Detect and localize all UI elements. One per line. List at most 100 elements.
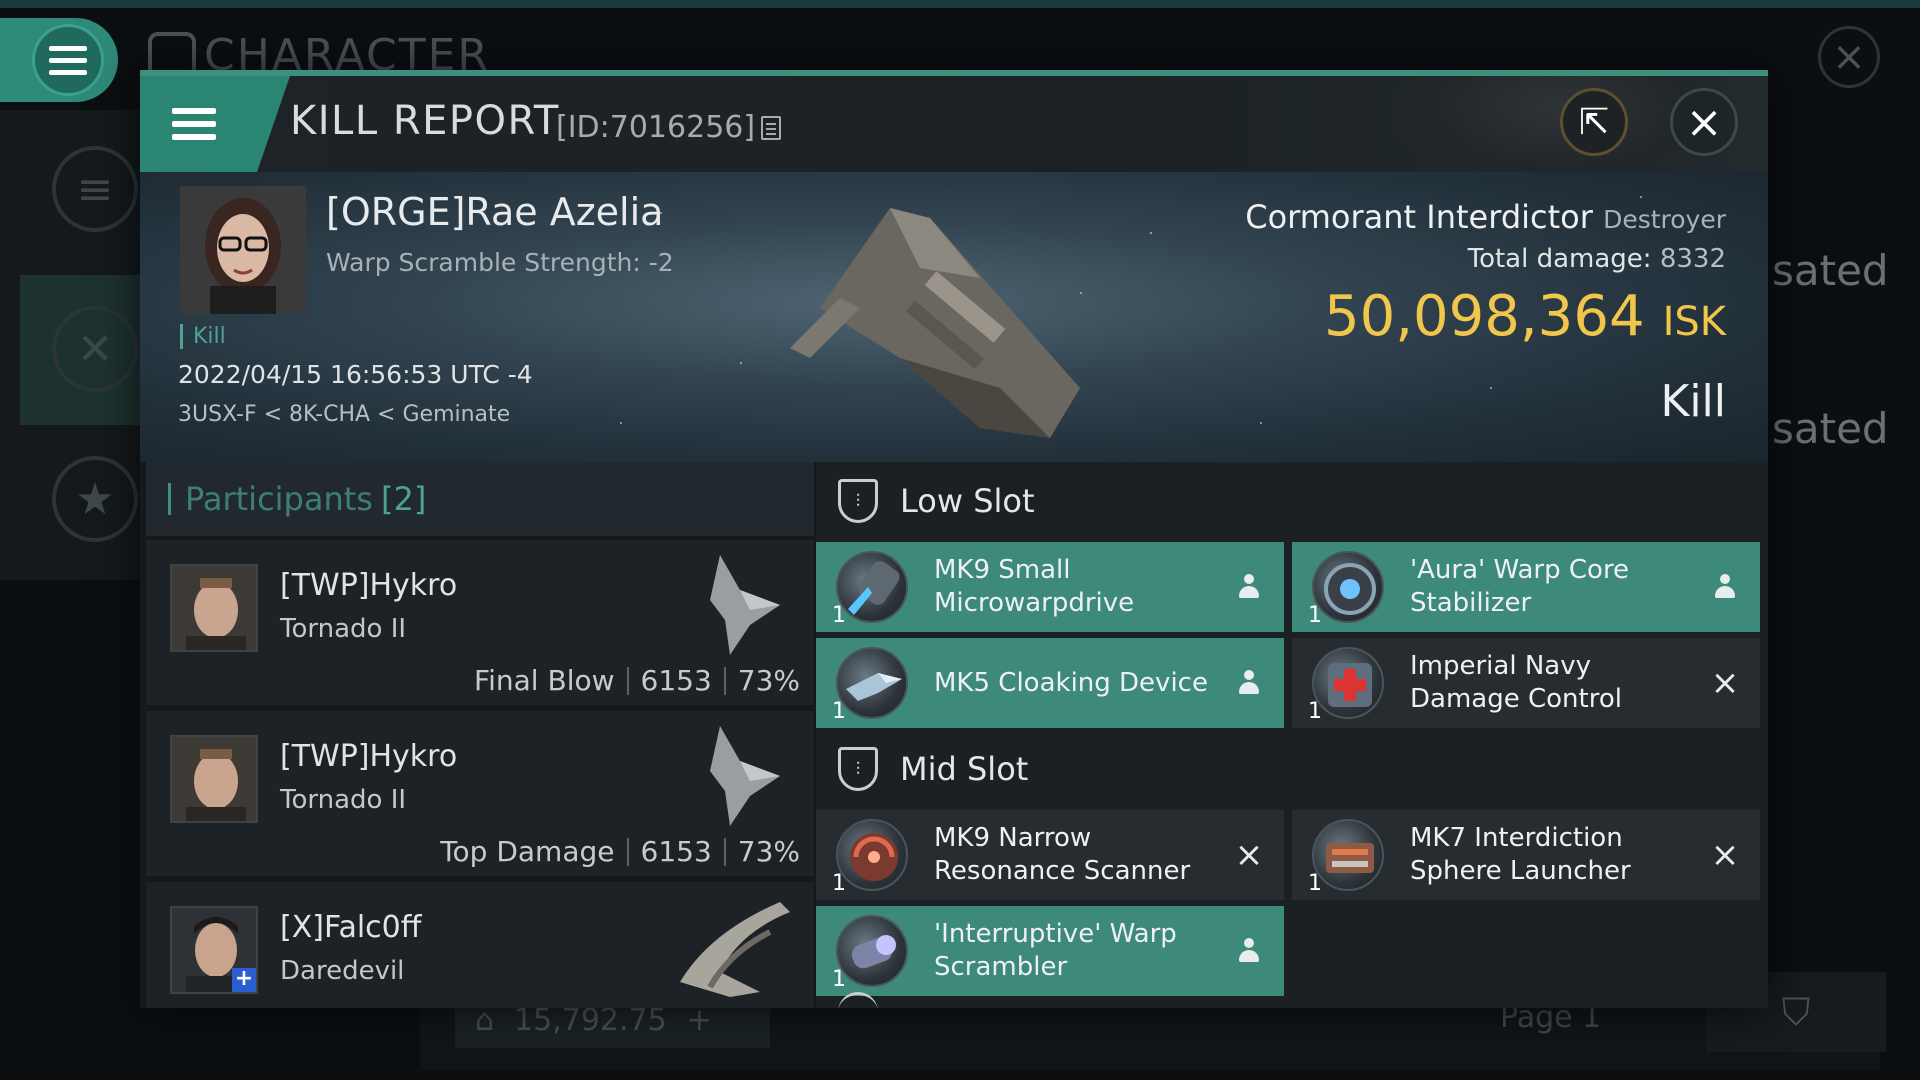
background-text-1: sated [1772,246,1889,295]
dialog-menu-button[interactable] [140,76,290,172]
participant-damage: 6153 [640,835,712,868]
module-qty: 1 [1308,699,1322,724]
kill-datetime: 2022/04/15 16:56:53 UTC -4 [178,360,533,389]
menu-icon [32,24,104,96]
module-item[interactable]: 1 'Aura' Warp Core Stabilizer [1292,542,1760,632]
participant-percent: 73% [737,664,800,697]
dialog-header: KILL REPORT [ID:7016256] ⇱ × [140,76,1768,196]
module-qty: 1 [1308,603,1322,628]
star-icon[interactable]: ★ [52,456,138,542]
main-menu-button[interactable] [0,18,118,102]
low-slot-icon: ⫶ [838,479,878,523]
module-qty: 1 [832,699,846,724]
kill-location[interactable]: 3USX-F < 8K-CHA < Geminate [178,402,510,427]
participant-stats: Top Damage 6153 73% [440,835,800,868]
interdiction-sphere-launcher-icon [1312,819,1384,891]
module-qty: 1 [832,967,846,992]
victim-portrait[interactable] [180,186,306,314]
isk-value: 50,098,364 ISK [1323,284,1726,349]
module-item[interactable]: 1 MK9 Narrow Resonance Scanner × [816,810,1284,900]
low-slot-header: ⫶ Low Slot [816,462,1768,540]
participant-damage: 6153 [640,664,712,697]
menu-icon [172,108,216,140]
participant-row[interactable]: + [X]Falc0ff Daredevil [146,882,814,1008]
participant-ship: Daredevil [280,956,405,986]
background-close-icon[interactable]: × [1818,26,1880,88]
module-item[interactable]: 1 MK9 Small Microwarpdrive [816,542,1284,632]
destroyed-x-icon: × [1710,835,1740,875]
victim-banner: [ORGE]Rae Azelia Warp Scramble Strength:… [140,172,1768,462]
module-name: MK9 Narrow Resonance Scanner [934,823,1191,886]
participant-percent: 73% [737,835,800,868]
module-name: Imperial Navy Damage Control [1410,651,1622,714]
kill-result: Kill [1660,376,1726,427]
module-qty: 1 [1308,871,1322,896]
victim-ship-image[interactable] [780,188,1100,448]
microwarpdrive-icon [836,551,908,623]
module-name: MK7 Interdiction Sphere Launcher [1410,823,1631,886]
mid-slot-header: ⫶ Mid Slot [816,730,1768,808]
module-item[interactable]: 1 MK5 Cloaking Device [816,638,1284,728]
share-button[interactable]: ⇱ [1560,88,1628,156]
close-icon: × [1685,96,1723,148]
participant-ship: Tornado II [280,614,407,644]
resonance-scanner-icon [836,819,908,891]
kill-report-dialog: KILL REPORT [ID:7016256] ⇱ × [ORGE]Rae A… [140,70,1768,1008]
participant-ship-image [680,902,790,997]
module-qty: 1 [832,871,846,896]
module-item[interactable]: 1 'Interruptive' Warp Scrambler [816,906,1284,996]
participant-portrait[interactable] [170,564,258,652]
background-text-2: sated [1772,404,1889,453]
ship-name[interactable]: Cormorant Interdictor Destroyer [1245,198,1726,236]
participant-role: Final Blow [474,664,615,697]
kill-id[interactable]: [ID:7016256] [556,110,782,145]
module-item[interactable]: 1 Imperial Navy Damage Control × [1292,638,1760,728]
participant-ship-image [710,555,780,655]
participant-row[interactable]: [TWP]Hykro Tornado II Top Damage 6153 73… [146,711,814,879]
total-damage: Total damage: 8332 [1467,244,1726,274]
participants-count: [2] [380,480,427,518]
participant-ship: Tornado II [280,785,407,815]
participant-name[interactable]: [TWP]Hykro [280,568,457,603]
participant-name[interactable]: [X]Falc0ff [280,910,421,945]
dropped-person-icon [1234,572,1264,602]
destroyed-x-icon: × [1710,663,1740,703]
plus-badge-icon: + [232,968,256,992]
participants-panel: Participants [2] [TWP]Hykro Tornado II F… [146,462,814,1008]
dropped-person-icon [1234,936,1264,966]
dialog-title: KILL REPORT [290,98,560,144]
top-strip [0,0,1920,8]
isk-unit: ISK [1662,299,1726,345]
kill-tag: Kill [180,324,226,349]
warp-scrambler-icon [836,915,908,987]
mid-slot-icon: ⫶ [838,747,878,791]
participant-stats: Final Blow 6153 73% [474,664,800,697]
module-item[interactable]: 1 MK7 Interdiction Sphere Launcher × [1292,810,1760,900]
participant-portrait[interactable]: + [170,906,258,994]
module-qty: 1 [832,603,846,628]
participant-name[interactable]: [TWP]Hykro [280,739,457,774]
close-button[interactable]: × [1670,88,1738,156]
module-name: MK9 Small Microwarpdrive [934,555,1135,618]
participant-row[interactable]: [TWP]Hykro Tornado II Final Blow 6153 73… [146,540,814,708]
victim-subtitle: Warp Scramble Strength: -2 [326,248,674,277]
share-icon: ⇱ [1578,101,1610,143]
victim-name[interactable]: [ORGE]Rae Azelia [326,190,663,234]
module-name: MK5 Cloaking Device [934,667,1208,698]
dropped-person-icon [1710,572,1740,602]
dropped-person-icon [1234,668,1264,698]
copy-icon[interactable] [761,115,782,140]
cloaking-device-icon [836,647,908,719]
warp-core-stabilizer-icon [1312,551,1384,623]
participant-role: Top Damage [440,835,615,868]
ship-class: Destroyer [1603,205,1726,234]
participants-header: Participants [2] [146,462,814,536]
participant-ship-image [710,726,780,826]
damage-control-icon [1312,647,1384,719]
participant-portrait[interactable] [170,735,258,823]
swords-icon[interactable]: ✕ [52,306,138,392]
module-name: 'Aura' Warp Core Stabilizer [1410,555,1630,618]
list-icon[interactable]: ≡ [52,146,138,232]
destroyed-x-icon: × [1234,835,1264,875]
module-name: 'Interruptive' Warp Scrambler [934,919,1177,982]
